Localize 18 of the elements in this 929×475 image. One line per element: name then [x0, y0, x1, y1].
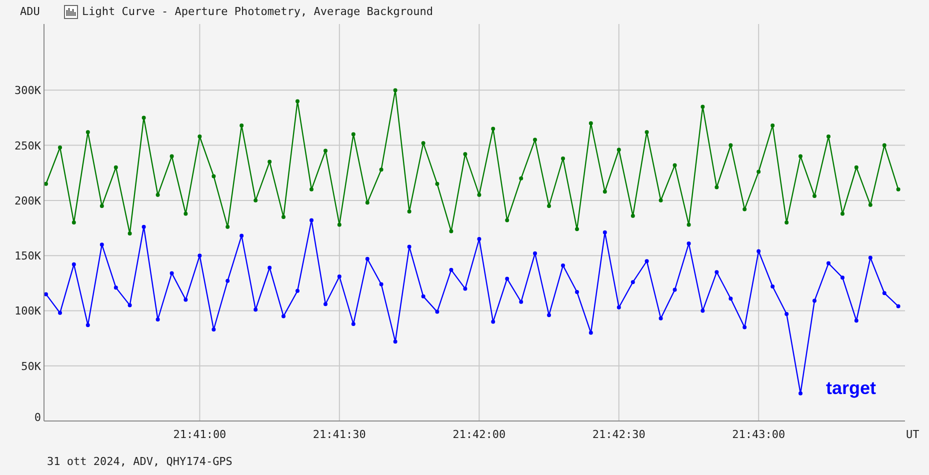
series-label: target [826, 378, 876, 398]
x-axis-label: 21:42:30 [592, 428, 646, 441]
status-text: 31 ott 2024, ADV, QHY174-GPS [46, 454, 234, 470]
y-axis-label: 250K [14, 139, 41, 152]
y-axis-label: 150K [14, 250, 41, 263]
window-title: Light Curve - Aperture Photometry, Average Background [82, 4, 433, 20]
x-axis-label: 21:43:00 [732, 428, 786, 441]
y-axis-label: 100K [14, 304, 41, 318]
chart-icon [64, 5, 78, 19]
y-axis-label: 50K [21, 360, 41, 373]
y-axis-label: 0 [34, 411, 41, 424]
x-axis-label: 21:41:30 [312, 428, 366, 441]
y-axis-label: 300K [14, 84, 41, 98]
x-axis-label: 21:42:00 [452, 428, 506, 441]
x-axis-title: UT [906, 428, 920, 441]
x-axis-label: 21:41:00 [173, 428, 226, 441]
y-axis-label: 200K [14, 194, 41, 208]
y-axis-title: ADU [20, 4, 41, 20]
